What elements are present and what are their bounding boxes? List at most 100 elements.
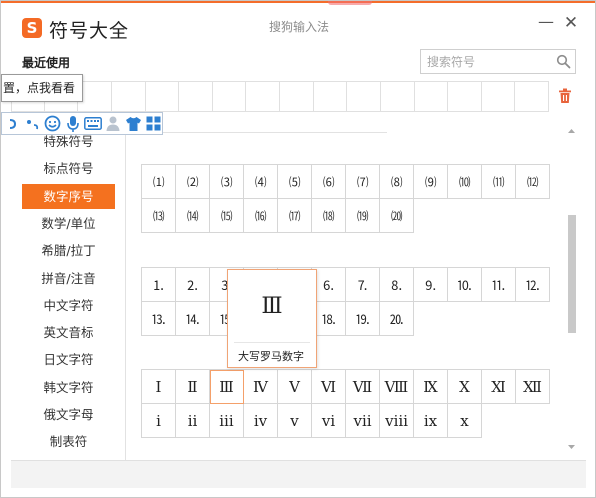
symbol-cell[interactable]: ⒀ [142,199,176,233]
close-button[interactable]: ✕ [562,14,580,32]
symbol-cell[interactable]: ⒇ [380,199,414,233]
symbol-cell[interactable]: ⑸ [278,165,312,199]
sidebar-item-8[interactable]: 日文字符 [22,347,115,372]
symbol-cell[interactable]: ⒓ [516,268,550,302]
recent-symbol-cell[interactable] [448,81,482,112]
symbol-cell[interactable]: ⒅ [312,199,346,233]
skin-shirt-icon[interactable] [125,114,142,133]
symbol-cell[interactable]: ⑹ [312,165,346,199]
symbol-cell[interactable]: ⒏ [380,268,414,302]
recent-symbol-cell[interactable] [145,81,180,112]
symbol-cell[interactable]: Ⅵ [312,370,346,404]
symbol-cell[interactable]: ⑻ [380,165,414,199]
keyboard-partial-icon[interactable] [4,114,21,133]
symbol-cell[interactable]: ⑺ [346,165,380,199]
search-input[interactable] [427,53,555,70]
recent-symbol-cell[interactable] [414,81,449,112]
sidebar-item-11[interactable]: 制表符 [22,429,115,454]
symbol-cell[interactable]: ⒆ [346,199,380,233]
symbol-cell[interactable]: ⒂ [210,199,244,233]
symbol-cell[interactable]: ⅰ [142,404,176,438]
symbol-cell[interactable]: ⑼ [414,165,448,199]
sidebar-item-4[interactable]: 希腊/拉丁 [22,238,115,263]
recent-symbol-cell[interactable] [78,81,112,112]
emoji-icon[interactable] [44,114,61,133]
symbol-cell[interactable]: ⒈ [142,268,176,302]
symbol-cell[interactable]: ⒃ [244,199,278,233]
symbol-cell[interactable]: ⒐ [414,268,448,302]
recent-symbol-cell[interactable] [280,81,314,112]
recent-symbol-cell[interactable] [347,81,381,112]
symbol-cell[interactable]: ⒕ [176,302,210,336]
user-icon[interactable] [105,114,122,133]
symbol-cell[interactable]: ⒄ [278,199,312,233]
recent-symbol-cell[interactable] [515,81,550,112]
symbol-cell[interactable]: ⒑ [448,268,482,302]
symbol-cell[interactable]: Ⅷ [380,370,414,404]
symbol-cell[interactable]: ⅵ [312,404,346,438]
scrollbar[interactable] [567,127,576,453]
symbol-cell[interactable]: Ⅶ [346,370,380,404]
recent-symbol-cell[interactable] [179,81,213,112]
symbol-cell[interactable]: Ⅰ [142,370,176,404]
sidebar-item-2[interactable]: 数字序号 [22,183,115,209]
symbol-cell[interactable]: ⒉ [176,268,210,302]
sidebar-item-5[interactable]: 拼音/注音 [22,266,115,291]
symbol-cell[interactable]: ⅶ [346,404,380,438]
minimize-button[interactable]: — [537,13,555,31]
symbol-cell[interactable]: ⅱ [176,404,210,438]
symbol-cell[interactable]: ⅴ [278,404,312,438]
symbol-cell[interactable]: Ⅺ [482,370,516,404]
hint-tooltip[interactable]: 置，点我看看 [1,74,83,102]
recent-symbol-cell[interactable] [313,81,348,112]
soft-keyboard-icon[interactable] [84,114,102,133]
scroll-thumb[interactable] [568,215,576,333]
microphone-icon[interactable] [64,114,81,133]
recent-symbol-cell[interactable] [481,81,516,112]
symbol-cell[interactable]: Ⅱ [176,370,210,404]
recent-symbol-cell[interactable] [212,81,247,112]
sidebar-item-9[interactable]: 韩文字符 [22,375,115,400]
recent-symbol-cell[interactable] [111,81,146,112]
symbol-cell[interactable]: Ⅲ [210,370,244,404]
sidebar-item-10[interactable]: 俄文字母 [22,402,115,427]
sidebar-item-7[interactable]: 英文音标 [22,320,115,345]
symbol-cell[interactable]: ⒛ [380,302,414,336]
trash-icon[interactable] [558,88,572,104]
symbol-cell[interactable]: ⅸ [414,404,448,438]
symbol-cell[interactable]: ⒎ [346,268,380,302]
recent-symbol-cell[interactable] [380,81,415,112]
symbol-cell[interactable]: ⒙ [312,302,346,336]
symbol-cell[interactable]: ⒁ [176,199,210,233]
symbol-cell[interactable]: Ⅴ [278,370,312,404]
search-icon[interactable] [556,54,571,69]
symbol-cell[interactable]: ⑷ [244,165,278,199]
symbol-cell[interactable]: Ⅹ [448,370,482,404]
symbol-cell[interactable]: ⑽ [448,165,482,199]
scroll-down-icon[interactable] [567,443,576,451]
sidebar-item-1[interactable]: 标点符号 [22,156,115,181]
symbol-cell[interactable]: Ⅻ [516,370,550,404]
symbol-cell[interactable]: ⑶ [210,165,244,199]
search-box[interactable] [420,49,576,74]
recent-symbol-cell[interactable] [246,81,281,112]
symbol-cell[interactable]: ⒚ [346,302,380,336]
scroll-up-icon[interactable] [567,127,576,135]
symbol-cell[interactable]: ⅳ [244,404,278,438]
symbol-cell[interactable]: ⑿ [516,165,550,199]
symbol-cell[interactable]: ⑴ [142,165,176,199]
symbol-cell[interactable]: ⒒ [482,268,516,302]
grid-menu-icon[interactable] [145,114,162,133]
symbol-cell[interactable]: ⑾ [482,165,516,199]
symbol-cell[interactable]: ⅷ [380,404,414,438]
symbol-cell[interactable]: Ⅳ [244,370,278,404]
symbol-cell[interactable]: ⅹ [448,404,482,438]
sidebar-item-3[interactable]: 数学/单位 [22,211,115,236]
symbol-cell[interactable]: ⒍ [312,268,346,302]
symbol-cell[interactable]: Ⅸ [414,370,448,404]
symbol-cell[interactable]: ⒔ [142,302,176,336]
dot-settings-icon[interactable] [24,114,41,133]
sidebar-item-6[interactable]: 中文字符 [22,293,115,318]
symbol-cell[interactable]: ⑵ [176,165,210,199]
symbol-cell[interactable]: ⅲ [210,404,244,438]
